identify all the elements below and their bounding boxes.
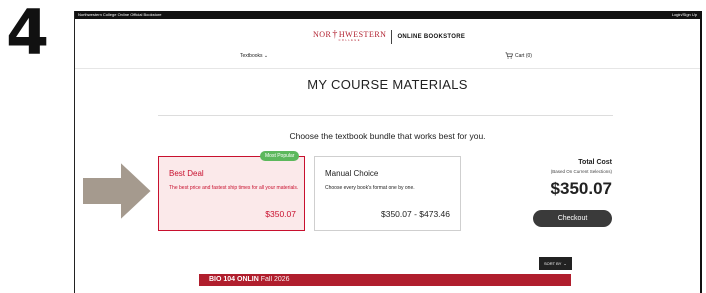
sort-by-label: SORT BY — [544, 261, 562, 266]
total-cost-amount: $350.07 — [550, 179, 612, 198]
best-deal-description: The best price and fastest ship times fo… — [169, 185, 299, 191]
cart-icon — [505, 52, 513, 59]
nav-divider — [75, 68, 700, 69]
manual-choice-description: Choose every book's format one by one. — [325, 185, 415, 191]
top-utility-bar: Northwestern College Online Official Boo… — [75, 11, 700, 19]
chevron-down-icon: ⌄ — [563, 261, 567, 266]
page-title: MY COURSE MATERIALS — [307, 77, 468, 92]
course-term: Fall 2026 — [260, 276, 290, 283]
manual-choice-price: $350.07 - $473.46 — [380, 209, 450, 219]
cart-label: Cart (0) — [515, 52, 532, 59]
total-cost-note: (Based On Current Selections) — [550, 169, 612, 174]
logo-wordmark: NOR†HWESTERN — [313, 29, 387, 40]
arrow-right-icon — [81, 159, 154, 223]
logo-divider — [391, 30, 393, 44]
cross-icon: † — [332, 29, 338, 40]
best-deal-option[interactable]: Most Popular Best Deal The best price an… — [158, 151, 305, 231]
checkout-button[interactable]: Checkout — [533, 210, 612, 227]
best-deal-price: $350.07 — [265, 209, 296, 219]
login-signup-link[interactable]: Login/Sign Up — [672, 11, 697, 19]
page-subtitle: Choose the textbook bundle that works be… — [289, 131, 486, 141]
cart-link[interactable]: Cart (0) — [505, 52, 532, 59]
chevron-down-icon: ⌄ — [263, 53, 269, 59]
course-header: BIO 104 ONLIN Fall 2026 — [199, 274, 571, 286]
manual-choice-title: Manual Choice — [325, 169, 379, 178]
browser-screenshot: Northwestern College Online Official Boo… — [74, 11, 702, 293]
title-divider — [158, 115, 613, 116]
sort-by-dropdown[interactable]: SORT BY ⌄ — [539, 257, 572, 270]
manual-choice-option[interactable]: Manual Choice Choose every book's format… — [314, 156, 461, 231]
store-tagline: Northwestern College Online Official Boo… — [78, 12, 162, 17]
logo-college-text: COLLEGE — [338, 39, 361, 42]
nav-textbooks-label: Textbooks — [240, 53, 263, 59]
logo-store-text: ONLINE BOOKSTORE — [397, 34, 466, 40]
best-deal-title: Best Deal — [169, 169, 204, 178]
step-number: 4 — [6, 0, 50, 69]
most-popular-badge: Most Popular — [260, 151, 300, 161]
course-code: BIO 104 ONLIN — [209, 276, 259, 283]
store-logo[interactable]: NOR†HWESTERN COLLEGE ONLINE BOOKSTORE — [313, 30, 465, 44]
total-cost-label: Total Cost — [578, 159, 612, 166]
nav-textbooks-dropdown[interactable]: Textbooks ⌄ — [240, 53, 268, 59]
